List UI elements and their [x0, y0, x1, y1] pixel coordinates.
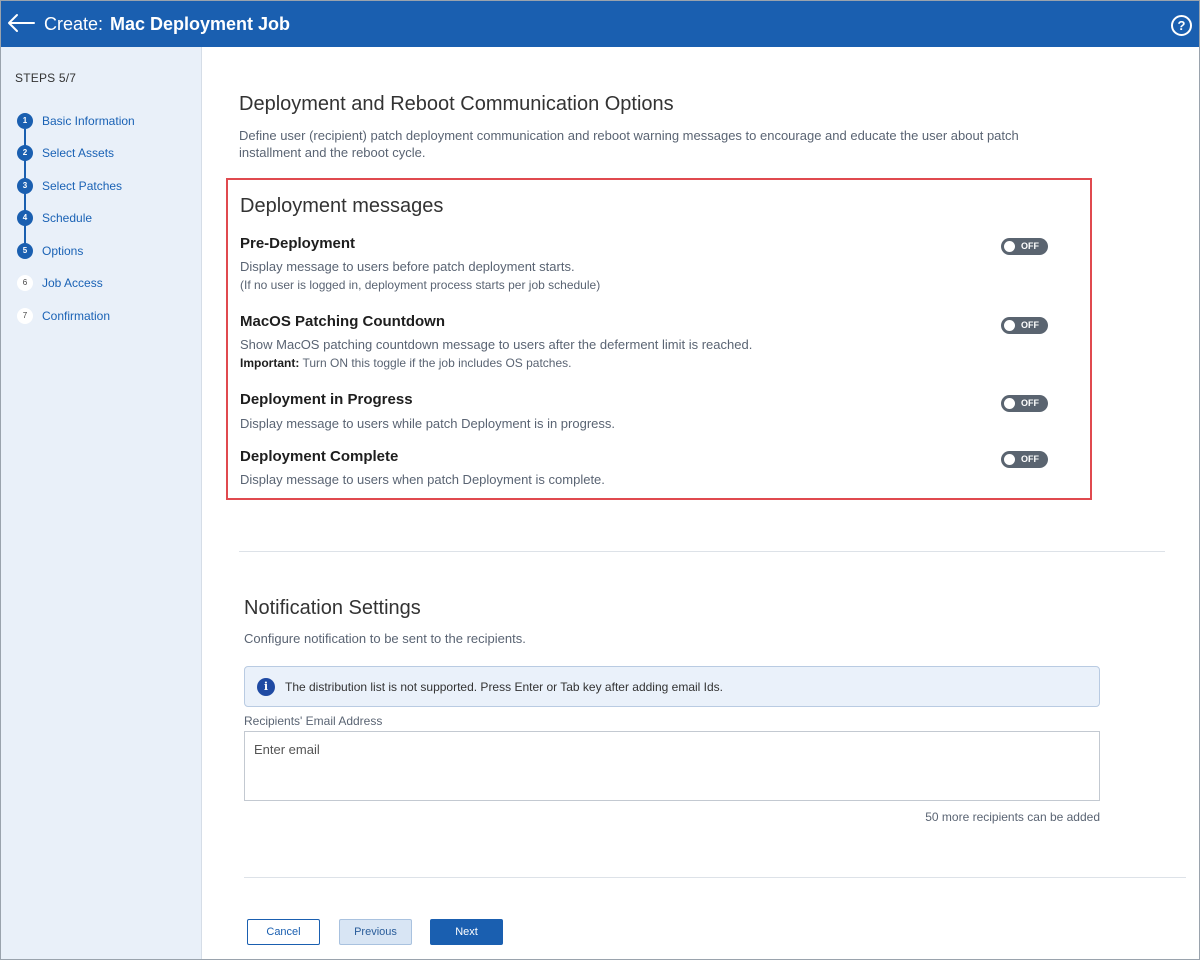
question-mark-icon: ? [1177, 18, 1186, 33]
option-title: Deployment in Progress [240, 391, 413, 408]
steps-counter: STEPS 5/7 [15, 71, 77, 85]
step-number: 1 [17, 113, 33, 129]
recipient-email-input[interactable] [244, 731, 1100, 801]
deployment-complete-toggle[interactable]: OFF [1001, 451, 1048, 468]
option-note: Important: Turn ON this toggle if the jo… [240, 356, 571, 370]
option-title: Deployment Complete [240, 448, 399, 465]
pre-deployment-toggle[interactable]: OFF [1001, 238, 1048, 255]
deployment-in-progress-toggle[interactable]: OFF [1001, 395, 1048, 412]
panel-title: Deployment messages [240, 195, 444, 217]
option-description: Display message to users while patch Dep… [240, 416, 616, 431]
page-title-prefix: Create: [44, 14, 104, 34]
footer-divider [244, 877, 1186, 878]
section-divider [239, 551, 1165, 552]
option-description: Show MacOS patching countdown message to… [240, 337, 753, 352]
option-note: (If no user is logged in, deployment pro… [240, 278, 601, 292]
deployment-messages-panel: Deployment messages Pre-Deployment OFF D… [226, 178, 1092, 500]
main-content: Deployment and Reboot Communication Opti… [202, 47, 1199, 959]
step-label: Select Assets [42, 146, 115, 160]
toggle-knob [1004, 398, 1015, 409]
toggle-state: OFF [1021, 241, 1039, 251]
step-label: Basic Information [42, 114, 135, 128]
important-label: Important: [240, 356, 300, 370]
step-number: 4 [17, 210, 33, 226]
step-number: 6 [17, 275, 33, 291]
option-title: Pre-Deployment [240, 235, 356, 252]
macos-countdown-toggle[interactable]: OFF [1001, 317, 1048, 334]
notification-title: Notification Settings [244, 597, 421, 619]
arrow-left-icon [8, 14, 35, 32]
next-button[interactable]: Next [430, 919, 503, 945]
section-title: Deployment and Reboot Communication Opti… [239, 93, 674, 115]
steps-sidebar: STEPS 5/7 1 Basic Information 2 Select A… [1, 47, 202, 959]
email-field-label: Recipients' Email Address [244, 714, 383, 728]
step-label: Job Access [42, 276, 103, 290]
toggle-state: OFF [1021, 320, 1039, 330]
option-description: Display message to users before patch de… [240, 259, 575, 274]
back-button[interactable] [7, 9, 37, 37]
step-label: Schedule [42, 211, 93, 225]
help-button[interactable]: ? [1171, 15, 1192, 36]
cancel-button[interactable]: Cancel [247, 919, 320, 945]
previous-button[interactable]: Previous [339, 919, 412, 945]
step-number: 3 [17, 178, 33, 194]
page-title: Mac Deployment Job [110, 14, 291, 34]
step-label: Options [42, 244, 84, 258]
toggle-state: OFF [1021, 398, 1039, 408]
important-text: Turn ON this toggle if the job includes … [302, 356, 572, 370]
recipients-remaining-note: 50 more recipients can be added [925, 810, 1100, 824]
step-label: Confirmation [42, 309, 111, 323]
option-title: MacOS Patching Countdown [240, 313, 445, 330]
step-number: 2 [17, 145, 33, 161]
toggle-knob [1004, 454, 1015, 465]
step-label: Select Patches [42, 179, 123, 193]
toggle-knob [1004, 320, 1015, 331]
header-bar: Create: Mac Deployment Job ? [1, 1, 1199, 47]
section-description: Define user (recipient) patch deployment… [239, 128, 1019, 160]
info-icon: i [257, 678, 275, 696]
app-window: Create: Mac Deployment Job ? STEPS 5/7 1… [0, 0, 1200, 960]
notification-description: Configure notification to be sent to the… [244, 631, 526, 646]
info-banner: i The distribution list is not supported… [244, 666, 1100, 707]
info-text: The distribution list is not supported. … [285, 680, 723, 694]
toggle-knob [1004, 241, 1015, 252]
option-description: Display message to users when patch Depl… [240, 472, 605, 487]
step-number: 7 [17, 308, 33, 324]
step-number: 5 [17, 243, 33, 259]
toggle-state: OFF [1021, 454, 1039, 464]
